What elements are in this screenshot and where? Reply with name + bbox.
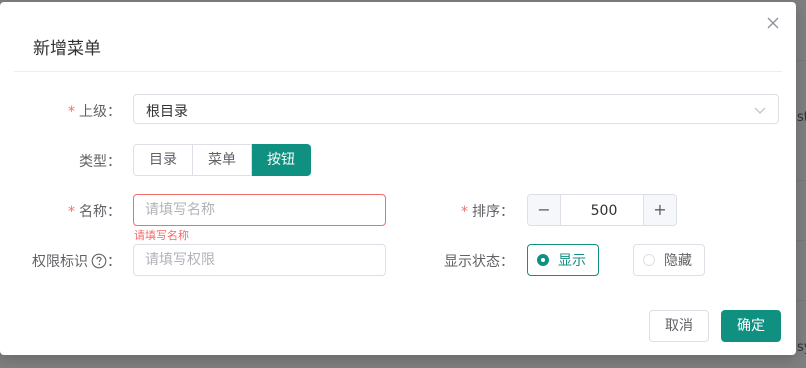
increment-button[interactable]: + <box>643 195 676 225</box>
name-label-text: 名称： <box>79 204 121 220</box>
visibility-option-hide[interactable]: 隐藏 <box>633 244 705 276</box>
visibility-option-show-label: 显示 <box>558 253 586 269</box>
sort-label-text: 排序： <box>472 204 514 220</box>
dialog-divider <box>14 71 782 72</box>
visibility-label: 显示状态： <box>444 254 514 270</box>
radio-unchecked-icon <box>643 254 655 266</box>
parent-select[interactable]: 根目录 <box>133 94 779 124</box>
type-option-button[interactable]: 按钮 <box>252 144 311 176</box>
add-menu-dialog: 新增菜单 *上级： 根目录 类型： 目录 菜单 按钮 *名称： 请填写名称 *排… <box>0 2 796 355</box>
required-mark: * <box>461 204 468 220</box>
permission-label-text: 权限标识 <box>32 254 88 270</box>
type-option-menu[interactable]: 菜单 <box>193 144 252 176</box>
type-radio-group: 目录 菜单 按钮 <box>133 144 311 176</box>
radio-checked-icon <box>537 254 549 266</box>
question-circle-icon[interactable] <box>91 253 107 269</box>
name-label: * 名称： <box>68 201 121 221</box>
cancel-button[interactable]: 取消 <box>649 310 709 342</box>
required-mark: * <box>68 104 75 120</box>
parent-label-text: 上级： <box>79 104 121 120</box>
sort-value-input[interactable] <box>561 195 647 227</box>
parent-label: * 上级： <box>68 101 121 121</box>
permission-input[interactable] <box>133 244 386 276</box>
type-option-directory[interactable]: 目录 <box>133 144 193 176</box>
parent-select-value: 根目录 <box>146 104 188 120</box>
confirm-button[interactable]: 确定 <box>721 310 781 342</box>
visibility-option-hide-label: 隐藏 <box>664 253 692 269</box>
decrement-button[interactable]: − <box>528 195 561 225</box>
required-mark: * <box>68 204 75 220</box>
dialog-title: 新增菜单 <box>33 39 101 59</box>
type-label: 类型： <box>79 154 121 170</box>
sort-stepper: − + <box>527 194 677 227</box>
chevron-down-icon <box>754 104 766 116</box>
name-input[interactable] <box>133 194 386 226</box>
close-icon[interactable] <box>764 14 782 32</box>
colon: ： <box>107 254 121 270</box>
visibility-option-show[interactable]: 显示 <box>527 244 599 276</box>
permission-label: 权限标识 ： <box>32 251 121 271</box>
name-error-message: 请填写名称 <box>134 229 189 242</box>
sort-label: * 排序： <box>461 201 514 221</box>
